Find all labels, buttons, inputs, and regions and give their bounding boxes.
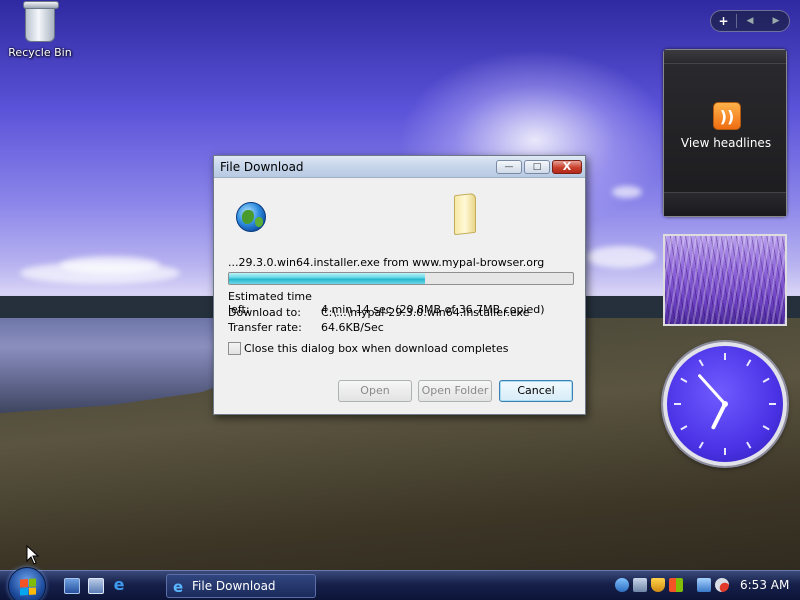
next-page-button[interactable]: ▶ — [763, 16, 789, 26]
clock-tick — [762, 425, 770, 431]
download-to-row: Download to: C:\...\mypal-29.3.0.win64.in… — [228, 306, 529, 319]
taskbar-item-label: File Download — [192, 579, 276, 593]
close-button[interactable]: X — [552, 160, 582, 174]
show-desktop-icon[interactable] — [64, 578, 80, 594]
volume-muted-icon[interactable] — [715, 578, 729, 592]
clock-minute-hand — [698, 374, 727, 406]
dialog-titlebar[interactable]: File Download — □ X — [214, 156, 585, 178]
clock-tick — [746, 441, 752, 449]
folder-icon — [454, 192, 476, 236]
security-shield-icon[interactable] — [651, 578, 665, 592]
dialog-title: File Download — [220, 160, 304, 174]
clock-hour-hand — [711, 402, 727, 430]
close-when-done-checkbox[interactable] — [228, 342, 241, 355]
user-icon[interactable] — [615, 578, 629, 592]
sidebar-controls: + ◀ ▶ — [710, 10, 790, 32]
globe-icon — [236, 202, 266, 232]
clock-tick — [698, 359, 704, 367]
clock-gadget[interactable] — [663, 342, 787, 466]
progress-fill — [229, 273, 426, 284]
transfer-rate-label: Transfer rate: — [228, 321, 302, 334]
taskbar: e e File Download 6:53 AM — [0, 567, 800, 600]
transfer-rate-value: 64.6KB/Sec — [321, 321, 384, 334]
taskbar-clock[interactable]: 6:53 AM — [740, 578, 789, 592]
clock-tick — [680, 425, 688, 431]
start-button[interactable] — [8, 567, 46, 600]
clock-tick — [680, 377, 688, 383]
wallpaper-cloud — [60, 256, 160, 274]
open-button[interactable]: Open — [338, 380, 412, 402]
download-to-value: C:\...\mypal-29.3.0.win64.installer.exe — [321, 306, 530, 319]
mouse-cursor-icon — [26, 545, 40, 565]
download-to-label: Download to: — [228, 306, 301, 319]
maximize-button[interactable]: □ — [524, 160, 550, 174]
open-folder-button[interactable]: Open Folder — [418, 380, 492, 402]
internet-explorer-icon: e — [173, 578, 184, 596]
switch-windows-icon[interactable] — [88, 578, 104, 594]
file-download-dialog: File Download — □ X ...29.3.0.win64.inst… — [213, 155, 586, 415]
taskbar-item-file-download[interactable]: e File Download — [166, 574, 316, 598]
wallpaper-cloud — [612, 186, 642, 198]
minimize-button[interactable]: — — [496, 160, 522, 174]
gadget-header — [664, 50, 786, 64]
download-source-text: ...29.3.0.win64.installer.exe from www.m… — [228, 256, 545, 269]
windows-logo-icon — [20, 578, 36, 596]
recycle-bin-desktop-icon[interactable]: Recycle Bin — [6, 1, 74, 59]
download-progress-bar — [228, 272, 574, 285]
system-tray — [615, 578, 729, 592]
network-icon[interactable] — [633, 578, 647, 592]
clock-face — [674, 353, 776, 455]
add-gadget-button[interactable]: + — [711, 14, 737, 28]
rss-feed-gadget[interactable]: )) View headlines — [663, 49, 787, 217]
clock-tick — [746, 359, 752, 367]
wallpaper-cloud — [586, 246, 656, 268]
transfer-rate-row: Transfer rate: 64.6KB/Sec — [228, 321, 384, 334]
close-when-done-label[interactable]: Close this dialog box when download comp… — [244, 342, 508, 355]
rss-icon: )) — [713, 102, 741, 130]
close-when-done-option[interactable]: Close this dialog box when download comp… — [228, 342, 508, 355]
internet-explorer-icon[interactable]: e — [111, 577, 127, 594]
previous-page-button[interactable]: ◀ — [737, 16, 763, 26]
clock-tick — [698, 441, 704, 449]
slideshow-gadget[interactable] — [663, 234, 787, 326]
cancel-button[interactable]: Cancel — [499, 380, 573, 402]
view-headlines-label[interactable]: View headlines — [664, 136, 788, 150]
gadget-footer — [664, 192, 786, 216]
display-icon[interactable] — [697, 578, 711, 592]
windows-flag-tray-icon[interactable] — [669, 578, 683, 592]
recycle-bin-icon — [23, 1, 59, 42]
clock-tick — [762, 377, 770, 383]
recycle-bin-label: Recycle Bin — [8, 46, 72, 59]
